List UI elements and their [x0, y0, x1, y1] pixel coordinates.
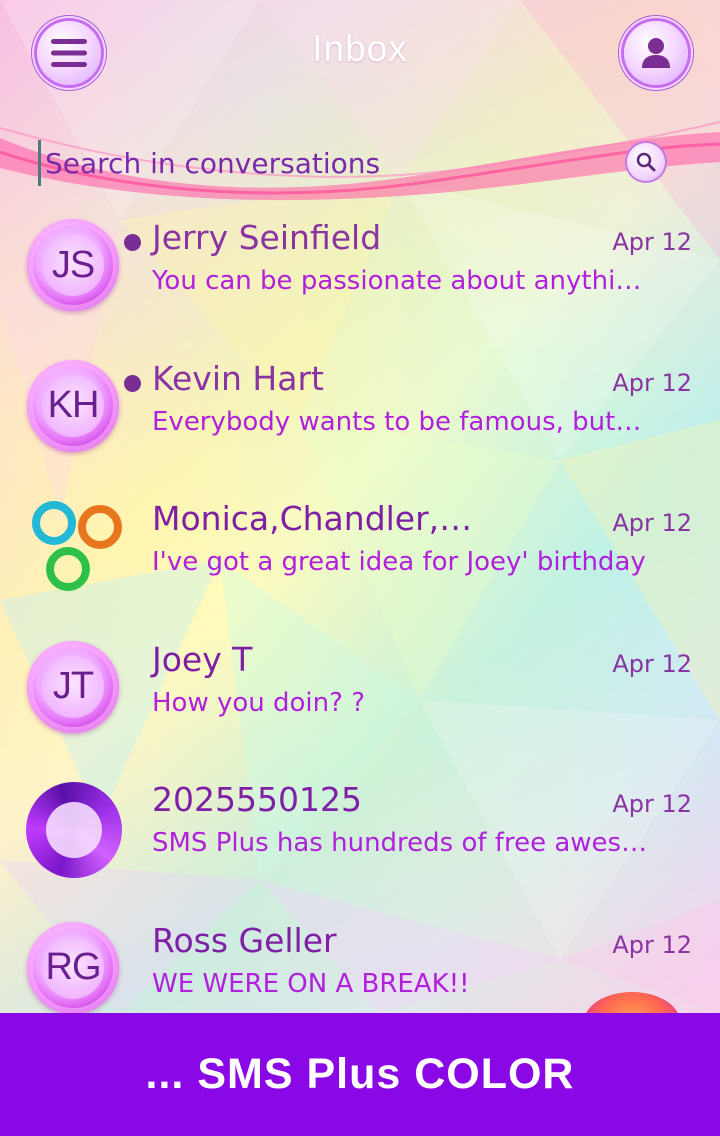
avatar-initials: KH: [42, 374, 104, 437]
unread-indicator: [124, 234, 141, 251]
contact-name: Kevin Hart: [152, 358, 324, 398]
message-snippet: Everybody wants to be famous, but…: [152, 406, 642, 437]
unread-indicator: [124, 374, 141, 392]
avatar-initials: RG: [42, 936, 104, 999]
conversation-row[interactable]: JS Jerry Seinfield Apr 12 You can be pas…: [0, 214, 720, 355]
message-date: Apr 12: [612, 368, 692, 397]
message-date: Apr 12: [612, 649, 692, 678]
person-icon: [642, 38, 670, 68]
search-icon: [636, 152, 656, 172]
contact-name: Monica,Chandler,…: [152, 499, 473, 538]
conversation-row[interactable]: Monica,Chandler,… Apr 12 I've got a grea…: [0, 495, 720, 636]
avatar: JS: [27, 219, 119, 311]
message-snippet: SMS Plus has hundreds of free awes…: [152, 828, 648, 858]
message-date: Apr 12: [612, 228, 692, 256]
contact-name: Jerry Seinfield: [152, 218, 382, 257]
avatar: JT: [27, 640, 119, 733]
page-title: Inbox: [312, 28, 408, 69]
message-snippet: You can be passionate about anythi…: [152, 266, 642, 296]
profile-button[interactable]: [624, 21, 688, 85]
search-input[interactable]: [38, 140, 607, 186]
message-snippet: I've got a great idea for Joey' birthday: [152, 547, 646, 577]
conversation-row[interactable]: 2025550125 Apr 12 SMS Plus has hundreds …: [0, 776, 720, 917]
message-snippet: WE WERE ON A BREAK!!: [152, 968, 470, 999]
avatar: RG: [27, 921, 119, 1014]
contact-name: Joey T: [152, 639, 253, 679]
contact-name: 2025550125: [152, 780, 362, 819]
conversation-row[interactable]: KH Kevin Hart Apr 12 Everybody wants to …: [0, 355, 720, 496]
conversation-list: JS Jerry Seinfield Apr 12 You can be pas…: [0, 214, 720, 1057]
message-date: Apr 12: [612, 790, 692, 818]
avatar-ring-icon: [26, 782, 122, 878]
avatar: KH: [27, 359, 119, 452]
avatar-initials: JT: [42, 655, 104, 718]
message-date: Apr 12: [612, 930, 692, 959]
promo-banner: ... SMS Plus COLOR: [0, 1013, 720, 1136]
message-date: Apr 12: [612, 509, 692, 537]
avatar-initials: JS: [42, 234, 104, 296]
group-avatar-icon: [32, 501, 122, 591]
message-snippet: How you doin? ?: [152, 687, 366, 718]
conversation-row[interactable]: JT Joey T Apr 12 How you doin? ?: [0, 636, 720, 777]
avatar-ring-center: [46, 802, 102, 858]
search-button[interactable]: [627, 143, 665, 181]
promo-banner-text: ... SMS Plus COLOR: [145, 1050, 575, 1098]
app-header: Inbox: [0, 0, 720, 110]
contact-name: Ross Geller: [152, 920, 337, 960]
